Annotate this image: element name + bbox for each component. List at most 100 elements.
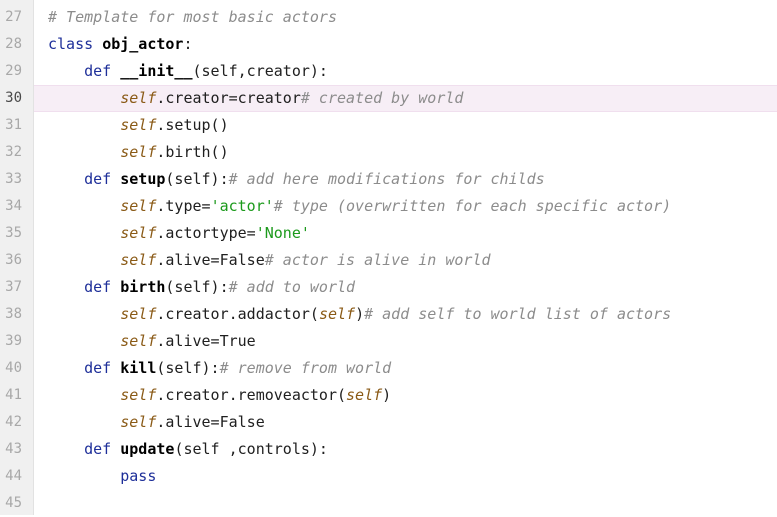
- code-line[interactable]: 38 self.creator.addactor(self)# add self…: [0, 301, 777, 328]
- code-identifier: update: [120, 440, 175, 458]
- code-comment: # type (overwritten for each specific ac…: [273, 197, 672, 215]
- line-number: 41: [5, 387, 22, 403]
- code-self: self: [318, 305, 356, 323]
- line-number: 29: [5, 63, 22, 79]
- line-number: 32: [5, 144, 22, 160]
- code-line[interactable]: 44 pass: [0, 463, 777, 490]
- code-line[interactable]: 28 class obj_actor:: [0, 31, 777, 58]
- code-text[interactable]: pass: [48, 463, 156, 490]
- code-token: (self):: [165, 170, 229, 188]
- code-line[interactable]: 43 def update(self ,controls):: [0, 436, 777, 463]
- code-identifier: setup: [120, 170, 166, 188]
- code-line[interactable]: 31 self.setup(): [0, 112, 777, 139]
- line-number: 44: [5, 468, 22, 484]
- code-token: .creator.removeactor(: [156, 386, 347, 404]
- code-text[interactable]: class obj_actor:: [48, 31, 193, 58]
- code-token: (self):: [156, 359, 220, 377]
- code-line[interactable]: 29 def __init__(self,creator):: [0, 58, 777, 85]
- code-comment: # remove from world: [219, 359, 392, 377]
- line-number: 39: [5, 333, 22, 349]
- code-line[interactable]: 34 self.type='actor'# type (overwritten …: [0, 193, 777, 220]
- code-keyword: pass: [120, 467, 157, 485]
- code-token: (self):: [165, 278, 229, 296]
- code-text[interactable]: self.actortype='None': [48, 220, 310, 247]
- code-token: ): [355, 305, 365, 323]
- code-self: self: [346, 386, 383, 404]
- code-line[interactable]: 39 self.alive=True: [0, 328, 777, 355]
- line-number: 42: [5, 414, 22, 430]
- code-line[interactable]: 37 def birth(self):# add to world: [0, 274, 777, 301]
- code-line[interactable]: 40 def kill(self):# remove from world: [0, 355, 777, 382]
- code-comment: # add self to world list of actors: [364, 305, 672, 323]
- code-text[interactable]: self.creator=creator# created by world: [48, 85, 463, 112]
- code-text[interactable]: def setup(self):# add here modifications…: [48, 166, 545, 193]
- code-token: :: [183, 35, 193, 53]
- current-code-line[interactable]: 30 self.creator=creator# created by worl…: [0, 85, 777, 112]
- line-number: 30: [5, 90, 22, 106]
- code-line[interactable]: 35 self.actortype='None': [0, 220, 777, 247]
- code-text[interactable]: def update(self ,controls):: [48, 436, 328, 463]
- code-text[interactable]: self.alive=False: [48, 409, 265, 436]
- code-keyword: def: [84, 278, 121, 296]
- code-keyword: def: [84, 62, 121, 80]
- code-token: (self,creator):: [192, 62, 328, 80]
- code-line[interactable]: 45: [0, 490, 777, 517]
- line-number: 36: [5, 252, 22, 268]
- code-string: 'None': [255, 224, 310, 242]
- code-text[interactable]: def __init__(self,creator):: [48, 58, 328, 85]
- code-text[interactable]: def birth(self):# add to world: [48, 274, 355, 301]
- code-identifier: kill: [120, 359, 157, 377]
- code-token: .alive=False: [156, 251, 265, 269]
- code-self: self: [120, 251, 157, 269]
- code-keyword: def: [84, 359, 121, 377]
- code-line[interactable]: 41 self.creator.removeactor(self): [0, 382, 777, 409]
- code-line[interactable]: 27 # Template for most basic actors: [0, 4, 777, 31]
- code-text[interactable]: self.alive=False# actor is alive in worl…: [48, 247, 490, 274]
- code-identifier: birth: [120, 278, 166, 296]
- code-token: .creator.addactor(: [156, 305, 319, 323]
- code-text[interactable]: def kill(self):# remove from world: [48, 355, 391, 382]
- code-self: self: [120, 386, 157, 404]
- code-comment: # add to world: [228, 278, 356, 296]
- code-editor[interactable]: 27 # Template for most basic actors 28 clas…: [0, 0, 777, 515]
- code-text[interactable]: self.creator.removeactor(self): [48, 382, 391, 409]
- code-text[interactable]: self.creator.addactor(self)# add self to…: [48, 301, 671, 328]
- code-self: self: [120, 413, 157, 431]
- code-comment: # Template for most basic actors: [48, 8, 337, 26]
- line-number: 27: [5, 9, 22, 25]
- code-line[interactable]: 32 self.birth(): [0, 139, 777, 166]
- code-text[interactable]: # Template for most basic actors: [48, 4, 337, 31]
- code-text[interactable]: self.birth(): [48, 139, 228, 166]
- code-text[interactable]: self.alive=True: [48, 328, 256, 355]
- code-keyword: class: [48, 35, 103, 53]
- code-text[interactable]: self.setup(): [48, 112, 228, 139]
- code-line[interactable]: 42 self.alive=False: [0, 409, 777, 436]
- code-self: self: [120, 224, 157, 242]
- code-text[interactable]: self.type='actor'# type (overwritten for…: [48, 193, 671, 220]
- line-number: 40: [5, 360, 22, 376]
- code-line[interactable]: 36 self.alive=False# actor is alive in w…: [0, 247, 777, 274]
- code-self: self: [120, 305, 157, 323]
- code-self: self: [120, 143, 157, 161]
- code-self: self: [120, 197, 157, 215]
- code-identifier: obj_actor: [102, 35, 184, 53]
- code-comment: # created by world: [300, 89, 464, 107]
- code-lines[interactable]: 27 # Template for most basic actors 28 clas…: [0, 4, 777, 517]
- code-line[interactable]: 33 def setup(self):# add here modificati…: [0, 166, 777, 193]
- code-token: .alive=True: [156, 332, 256, 350]
- line-number: 33: [5, 171, 22, 187]
- code-token: (self ,controls):: [174, 440, 328, 458]
- code-self: self: [120, 89, 157, 107]
- line-number: 45: [5, 495, 22, 511]
